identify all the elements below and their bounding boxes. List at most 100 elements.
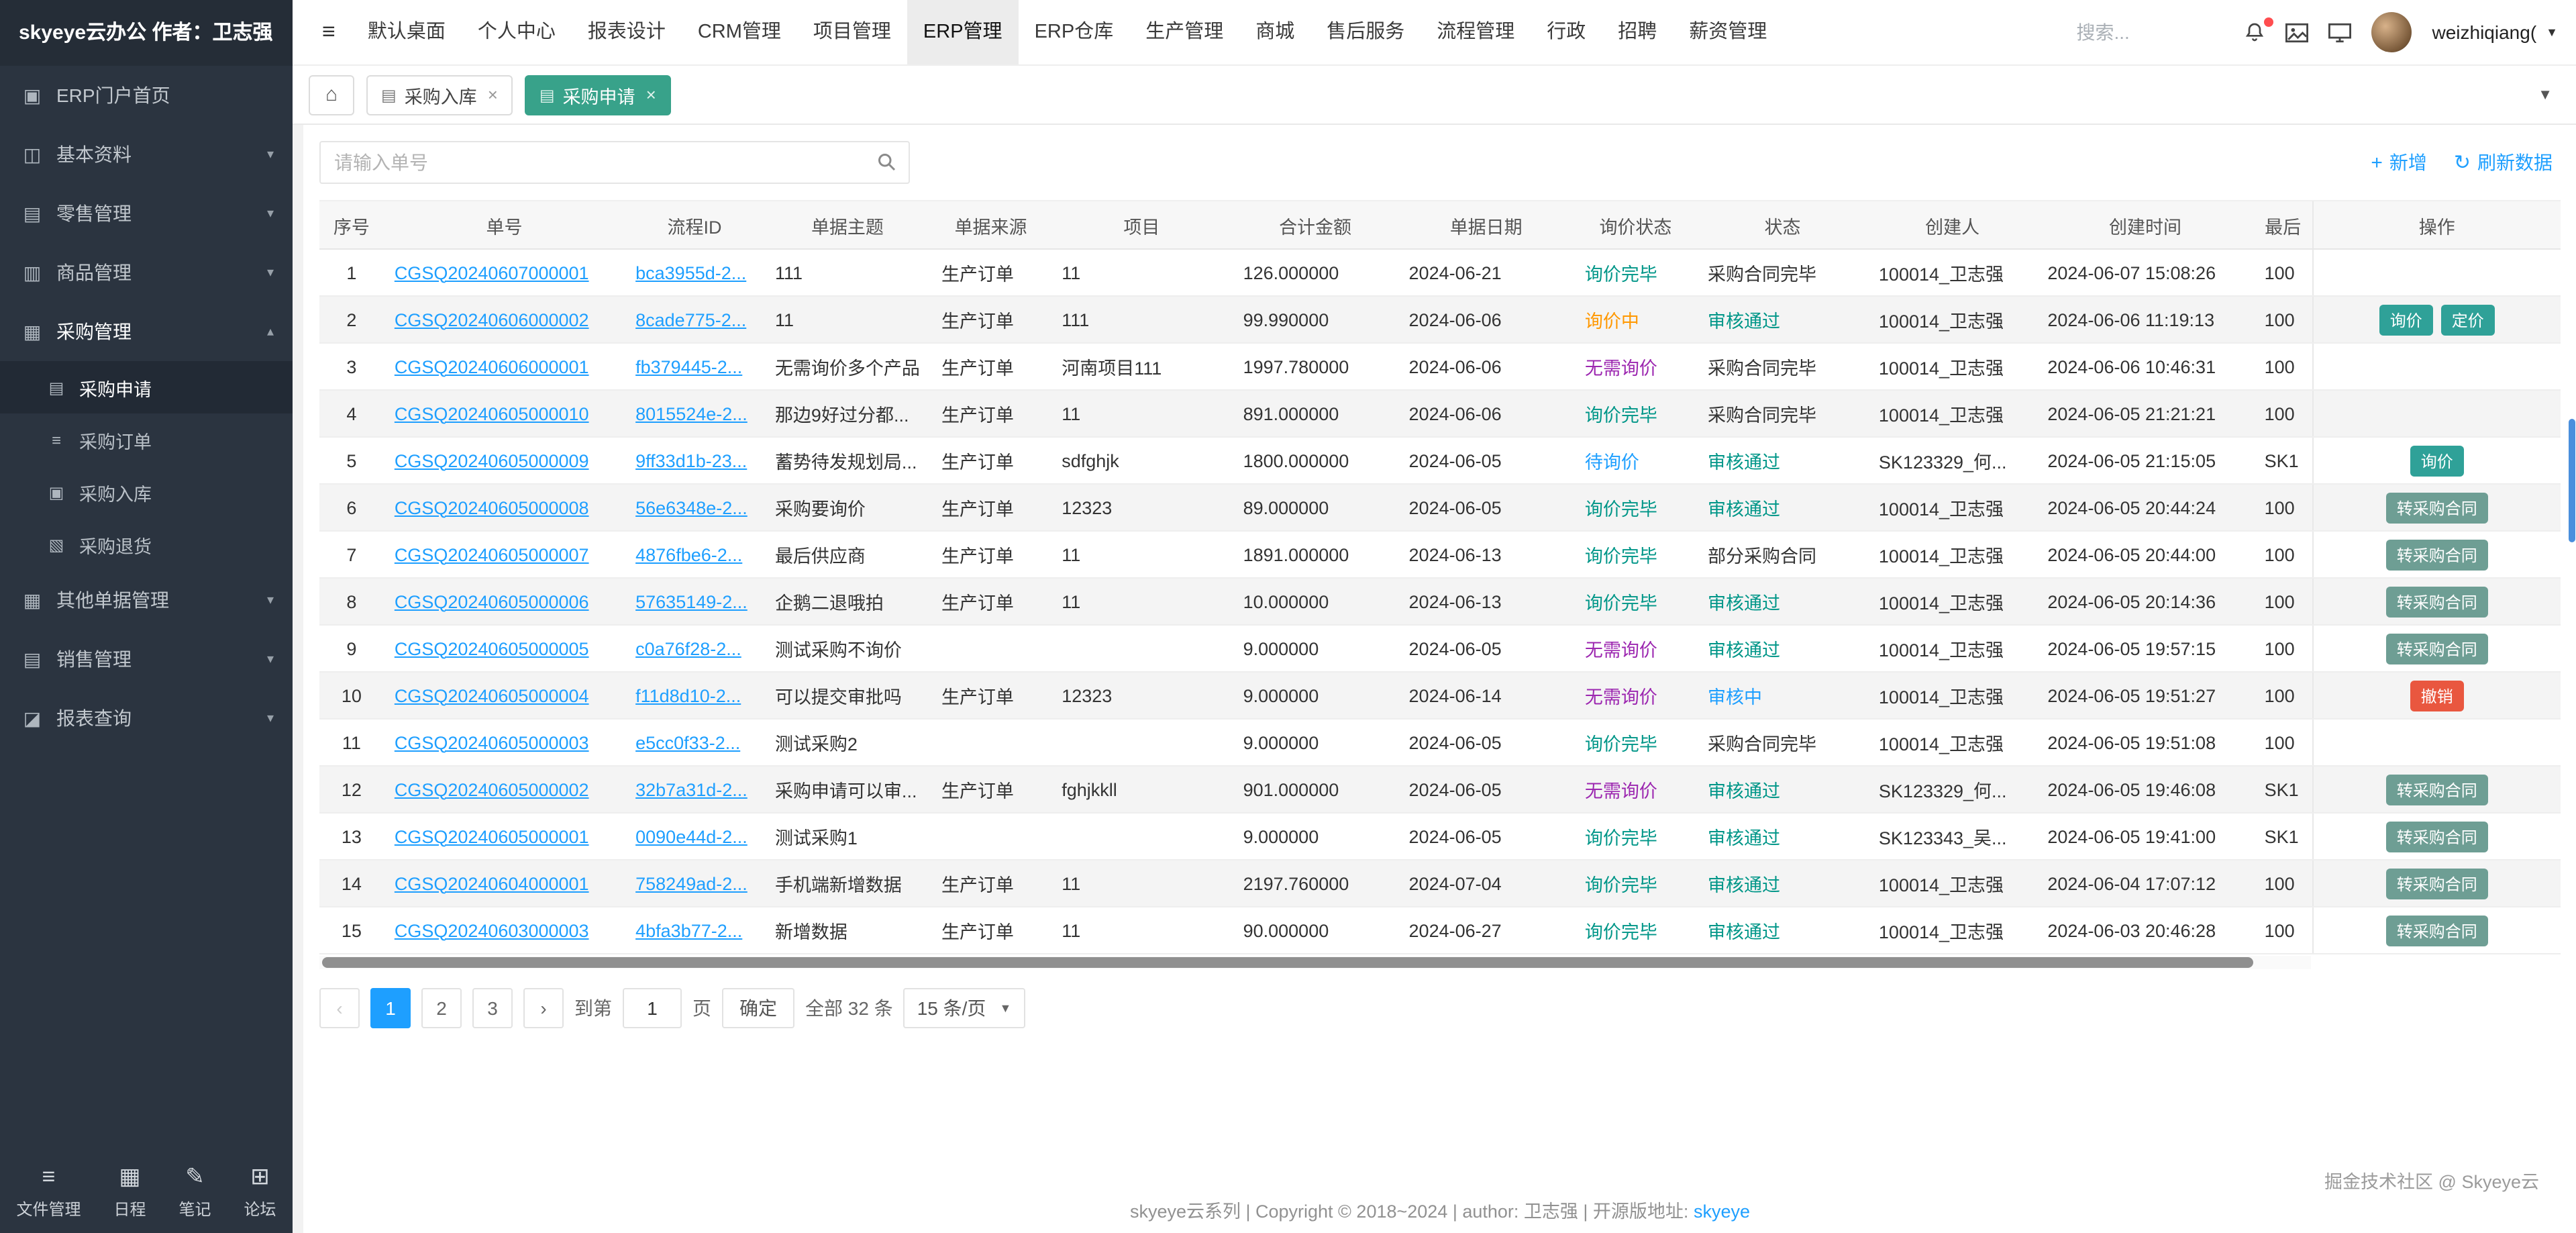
order-link[interactable]: CGSQ20240605000008 <box>395 497 589 517</box>
sidebar-bottom-item[interactable]: ▦日程 <box>113 1164 146 1220</box>
vertical-scrollbar-thumb[interactable] <box>2569 419 2575 542</box>
tab[interactable]: ▤采购入库× <box>366 75 513 115</box>
flow-link[interactable]: bca3955d-2... <box>635 262 746 283</box>
order-link[interactable]: CGSQ20240605000004 <box>395 685 589 705</box>
goto-page-input[interactable] <box>623 988 682 1028</box>
search-icon[interactable] <box>876 152 896 179</box>
sidebar-bottom-item[interactable]: ✎笔记 <box>178 1164 211 1220</box>
flow-link[interactable]: c0a76f28-2... <box>635 638 741 658</box>
nav-item[interactable]: 流程管理 <box>1421 0 1531 64</box>
opensource-link[interactable]: skyeye <box>1694 1201 1750 1222</box>
action-button[interactable]: 转采购合同 <box>2386 586 2488 617</box>
flow-link[interactable]: 0090e44d-2... <box>635 826 748 846</box>
nav-item[interactable]: CRM管理 <box>682 0 797 64</box>
action-button[interactable]: 转采购合同 <box>2386 774 2488 805</box>
sidebar-item[interactable]: ▥商品管理▾ <box>0 243 293 302</box>
tab-close-icon[interactable]: × <box>646 85 656 105</box>
flow-link[interactable]: 32b7a31d-2... <box>635 779 748 799</box>
flow-link[interactable]: 56e6348e-2... <box>635 497 748 517</box>
sidebar-bottom-item[interactable]: ⊞论坛 <box>244 1164 276 1220</box>
nav-item[interactable]: 行政 <box>1531 0 1602 64</box>
order-link[interactable]: CGSQ20240605000006 <box>395 591 589 611</box>
bell-icon[interactable] <box>2245 21 2266 43</box>
flow-link[interactable]: 4876fbe6-2... <box>635 544 742 564</box>
user-menu[interactable]: weizhiqiang( <box>2432 21 2537 43</box>
order-link[interactable]: CGSQ20240605000007 <box>395 544 589 564</box>
action-button[interactable]: 定价 <box>2441 304 2495 335</box>
order-link[interactable]: CGSQ20240603000003 <box>395 920 589 940</box>
sidebar-subitem[interactable]: ▧采购退货 <box>0 518 293 571</box>
order-link[interactable]: CGSQ20240607000001 <box>395 262 589 283</box>
page-button[interactable]: 3 <box>472 988 513 1028</box>
order-search-input[interactable] <box>319 141 910 184</box>
flow-link[interactable]: 9ff33d1b-23... <box>635 450 747 471</box>
home-tab-button[interactable]: ⌂ <box>309 75 354 115</box>
sidebar-item[interactable]: ▦其他单据管理▾ <box>0 571 293 630</box>
flow-link[interactable]: 8cade775-2... <box>635 309 746 330</box>
nav-item[interactable]: 个人中心 <box>462 0 572 64</box>
horizontal-scrollbar-thumb[interactable] <box>322 957 2254 968</box>
sidebar-subitem[interactable]: ≡采购订单 <box>0 413 293 466</box>
horizontal-scrollbar[interactable] <box>319 956 2311 969</box>
order-link[interactable]: CGSQ20240606000002 <box>395 309 589 330</box>
picture-icon[interactable] <box>2286 22 2309 42</box>
order-link[interactable]: CGSQ20240606000001 <box>395 356 589 377</box>
flow-link[interactable]: 758249ad-2... <box>635 873 748 893</box>
refresh-button[interactable]: ↻刷新数据 <box>2454 149 2553 176</box>
flow-link[interactable]: 8015524e-2... <box>635 403 748 424</box>
sidebar-bottom-item[interactable]: ≡文件管理 <box>16 1164 81 1220</box>
page-button[interactable]: 2 <box>421 988 462 1028</box>
nav-item[interactable]: 项目管理 <box>797 0 907 64</box>
nav-item[interactable]: 售后服务 <box>1310 0 1421 64</box>
global-search-input[interactable] <box>2077 21 2224 43</box>
sidebar-item[interactable]: ◪报表查询▾ <box>0 689 293 748</box>
order-link[interactable]: CGSQ20240605000003 <box>395 732 589 752</box>
nav-item[interactable]: ERP管理 <box>907 0 1019 64</box>
action-button[interactable]: 转采购合同 <box>2386 915 2488 946</box>
action-button[interactable]: 转采购合同 <box>2386 539 2488 570</box>
flow-link[interactable]: 4bfa3b77-2... <box>635 920 742 940</box>
tabs-dropdown-icon[interactable]: ▼ <box>2530 87 2561 103</box>
flow-link[interactable]: 57635149-2... <box>635 591 748 611</box>
sidebar-item[interactable]: ▤销售管理▾ <box>0 630 293 689</box>
action-button[interactable]: 询价 <box>2410 445 2464 476</box>
add-button[interactable]: +新增 <box>2371 149 2427 176</box>
flow-link[interactable]: f11d8d10-2... <box>635 685 741 705</box>
order-link[interactable]: CGSQ20240605000002 <box>395 779 589 799</box>
flow-link[interactable]: fb379445-2... <box>635 356 742 377</box>
order-link[interactable]: CGSQ20240605000009 <box>395 450 589 471</box>
nav-item[interactable]: ERP仓库 <box>1019 0 1130 64</box>
order-link[interactable]: CGSQ20240605000001 <box>395 826 589 846</box>
action-button[interactable]: 转采购合同 <box>2386 821 2488 852</box>
action-button[interactable]: 转采购合同 <box>2386 868 2488 899</box>
sidebar-item[interactable]: ◫基本资料▾ <box>0 125 293 184</box>
nav-item[interactable]: 报表设计 <box>572 0 682 64</box>
chevron-down-icon[interactable]: ▼ <box>2546 26 2558 39</box>
tab[interactable]: ▤采购申请× <box>525 75 671 115</box>
sidebar-item[interactable]: ▤零售管理▾ <box>0 184 293 243</box>
next-page-button[interactable]: › <box>523 988 564 1028</box>
nav-item[interactable]: 招聘 <box>1602 0 1673 64</box>
sidebar-item[interactable]: ▣ERP门户首页 <box>0 66 293 125</box>
sidebar-subitem[interactable]: ▣采购入库 <box>0 466 293 518</box>
prev-page-button[interactable]: ‹ <box>319 988 360 1028</box>
nav-item[interactable]: 薪资管理 <box>1673 0 1783 64</box>
flow-link[interactable]: e5cc0f33-2... <box>635 732 740 752</box>
order-link[interactable]: CGSQ20240605000010 <box>395 403 589 424</box>
goto-confirm-button[interactable]: 确定 <box>722 988 794 1028</box>
menu-toggle-icon[interactable]: ≡ <box>306 19 352 46</box>
order-link[interactable]: CGSQ20240604000001 <box>395 873 589 893</box>
action-button[interactable]: 询价 <box>2379 304 2433 335</box>
nav-item[interactable]: 生产管理 <box>1129 0 1239 64</box>
monitor-icon[interactable] <box>2329 22 2352 42</box>
page-button[interactable]: 1 <box>370 988 411 1028</box>
avatar[interactable] <box>2372 12 2412 52</box>
action-button[interactable]: 撤销 <box>2410 680 2464 711</box>
sidebar-subitem[interactable]: ▤采购申请 <box>0 361 293 413</box>
action-button[interactable]: 转采购合同 <box>2386 633 2488 664</box>
nav-item[interactable]: 商城 <box>1239 0 1310 64</box>
sidebar-item[interactable]: ▦采购管理▴ <box>0 302 293 361</box>
action-button[interactable]: 转采购合同 <box>2386 492 2488 523</box>
order-link[interactable]: CGSQ20240605000005 <box>395 638 589 658</box>
nav-item[interactable]: 默认桌面 <box>352 0 462 64</box>
